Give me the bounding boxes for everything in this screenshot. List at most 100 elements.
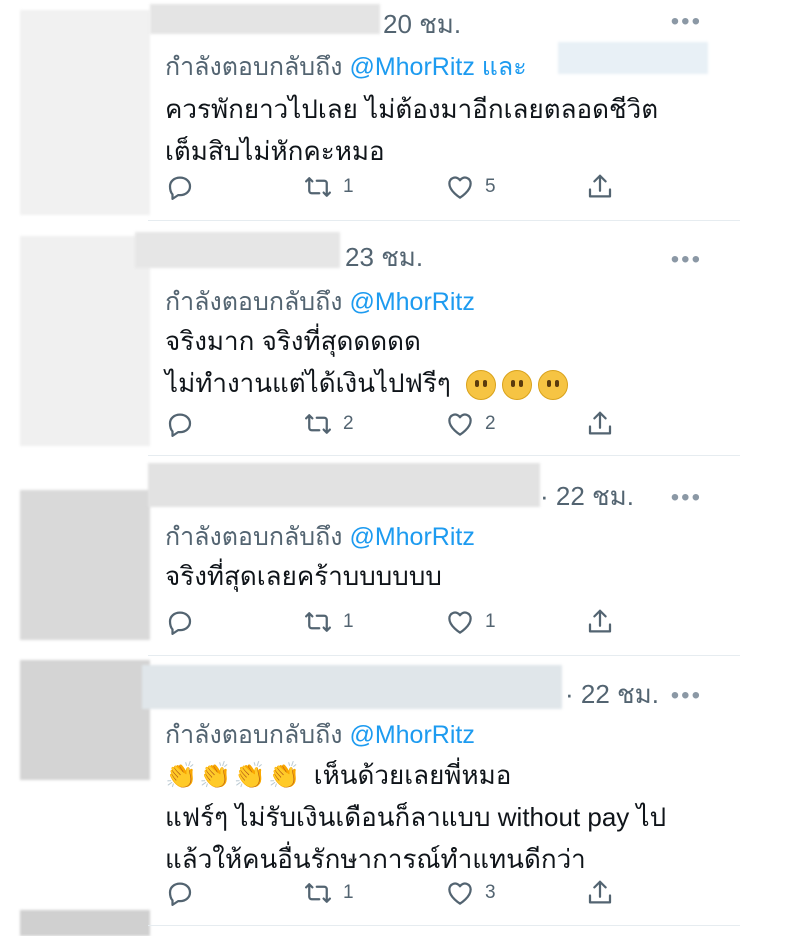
mention-handle[interactable]: @MhorRitz <box>349 721 474 749</box>
more-options-button[interactable]: ••• <box>671 10 702 34</box>
retweet-count: 1 <box>343 176 354 197</box>
retweet-count: 1 <box>343 611 354 632</box>
reply-button[interactable] <box>165 876 195 910</box>
action-bar: 1 3 <box>165 876 625 910</box>
grinning-face-icon <box>502 370 533 401</box>
tweet-divider <box>148 655 740 656</box>
tweet-divider <box>148 455 740 456</box>
tweet-text-line: แฟร์ๆ ไม่รับเงินเดือนก็ลาแบบ without pay… <box>165 802 667 832</box>
retweet-count: 2 <box>343 413 354 434</box>
blurred-name-1 <box>150 4 380 34</box>
replying-to-line: กำลังตอบกลับถึง @MhorRitz และ <box>165 47 527 87</box>
share-icon <box>588 411 612 435</box>
like-icon <box>448 882 472 905</box>
tweet-text-line: เห็นด้วยเลยพี่หมอ <box>313 760 512 790</box>
action-bar: 2 2 <box>165 407 625 441</box>
blurred-avatar-5 <box>20 910 150 936</box>
tweet-text: จริงมาก จริงที่สุดดดดด ไม่ทำงานแต่ได้เงิ… <box>165 320 574 404</box>
like-count: 5 <box>485 176 496 197</box>
blurred-mention-1 <box>558 42 708 74</box>
action-bar: 1 5 <box>165 170 625 204</box>
clapping-hands-icon: 👏 <box>268 760 301 790</box>
share-button[interactable] <box>585 407 615 441</box>
more-options-button[interactable]: ••• <box>671 248 702 272</box>
reply-icon <box>168 882 192 906</box>
tweet-text-line: เต็มสิบไม่หักคะหมอ <box>165 136 385 166</box>
tweet-divider <box>148 220 740 221</box>
retweet-icon <box>305 612 331 632</box>
mention-handle[interactable]: @MhorRitz <box>349 523 474 551</box>
blurred-avatar-3 <box>20 490 150 640</box>
tweet-text-line: ควรพักยาวไปเลย ไม่ต้องมาอีกเลยตลอดชีวิต <box>165 94 659 124</box>
like-button[interactable]: 1 <box>445 605 496 639</box>
clapping-hands-icon: 👏 <box>199 760 232 790</box>
reply-button[interactable] <box>165 605 195 639</box>
blurred-name-2 <box>135 232 340 268</box>
tweet-text-line-with-emoji: 👏👏👏👏 เห็นด้วยเลยพี่หมอ <box>165 754 666 796</box>
emoji-group: 👏👏👏👏 <box>165 760 310 790</box>
share-button[interactable] <box>585 170 615 204</box>
share-icon <box>588 174 612 198</box>
emoji-group <box>466 368 574 401</box>
tweet-text-line: ไม่ทำงานแต่ได้เงินไปฟรีๆ <box>165 368 451 398</box>
like-icon <box>448 611 472 634</box>
more-options-button[interactable]: ••• <box>671 684 702 708</box>
reply-icon <box>168 611 192 635</box>
grinning-face-icon <box>538 370 569 401</box>
replying-to-label: กำลังตอบกลับถึง <box>165 523 343 551</box>
replying-to-line: กำลังตอบกลับถึง @MhorRitz <box>165 517 475 557</box>
blurred-avatar-2 <box>20 236 150 446</box>
replying-to-label: กำลังตอบกลับถึง <box>165 721 343 749</box>
retweet-button[interactable]: 1 <box>303 170 354 204</box>
retweet-button[interactable]: 1 <box>303 876 354 910</box>
replying-to-line: กำลังตอบกลับถึง @MhorRitz <box>165 282 475 322</box>
like-icon <box>448 176 472 199</box>
retweet-count: 1 <box>343 882 354 903</box>
like-button[interactable]: 5 <box>445 170 496 204</box>
tweet-time: 20 ชม. <box>383 9 462 39</box>
blurred-name-4 <box>142 665 562 709</box>
replying-to-label: กำลังตอบกลับถึง <box>165 288 343 316</box>
replying-to-label: กำลังตอบกลับถึง <box>165 53 343 81</box>
retweet-icon <box>305 414 331 434</box>
tweet-text-line: จริงมาก จริงที่สุดดดดด <box>165 326 421 356</box>
retweet-icon <box>305 883 331 903</box>
tweet-time: 23 ชม. <box>345 242 424 272</box>
blurred-avatar-1 <box>20 10 150 215</box>
clapping-hands-icon: 👏 <box>233 760 267 790</box>
like-icon <box>448 413 472 436</box>
like-button[interactable]: 3 <box>445 876 496 910</box>
reply-button[interactable] <box>165 407 195 441</box>
share-button[interactable] <box>585 605 615 639</box>
share-icon <box>588 609 612 633</box>
like-count: 2 <box>485 413 496 434</box>
tweet-text-line: จริงที่สุดเลยคร้าบบบบบบ <box>165 561 442 591</box>
blurred-name-3 <box>148 463 540 507</box>
reply-icon <box>168 176 192 200</box>
blurred-avatar-4 <box>20 660 150 780</box>
action-bar: 1 1 <box>165 605 625 639</box>
tweet-text-line-with-emoji: ไม่ทำงานแต่ได้เงินไปฟรีๆ <box>165 362 574 404</box>
grinning-face-icon <box>466 370 497 401</box>
retweet-icon <box>305 177 331 197</box>
tweet-divider <box>148 925 740 926</box>
tweet-text: ควรพักยาวไปเลย ไม่ต้องมาอีกเลยตลอดชีวิต … <box>165 88 658 172</box>
tweet-text-line: แล้วให้คนอื่นรักษาการณ์ทำแทนดีกว่า <box>165 844 586 874</box>
share-button[interactable] <box>585 876 615 910</box>
like-button[interactable]: 2 <box>445 407 496 441</box>
mention-handle[interactable]: @MhorRitz <box>349 288 474 316</box>
retweet-button[interactable]: 2 <box>303 407 354 441</box>
mention-handle[interactable]: @MhorRitz <box>349 53 474 81</box>
tweet-text: จริงที่สุดเลยคร้าบบบบบบ <box>165 555 442 597</box>
like-count: 3 <box>485 882 496 903</box>
reply-button[interactable] <box>165 170 195 204</box>
like-count: 1 <box>485 611 496 632</box>
replying-to-line: กำลังตอบกลับถึง @MhorRitz <box>165 715 475 755</box>
tweet-time: · 22 ชม. <box>540 481 635 511</box>
share-icon <box>588 880 612 904</box>
tweet-time: · 22 ชม. <box>565 679 660 709</box>
retweet-button[interactable]: 1 <box>303 605 354 639</box>
more-options-button[interactable]: ••• <box>671 486 702 510</box>
clapping-hands-icon: 👏 <box>165 760 198 790</box>
reply-icon <box>168 413 192 437</box>
